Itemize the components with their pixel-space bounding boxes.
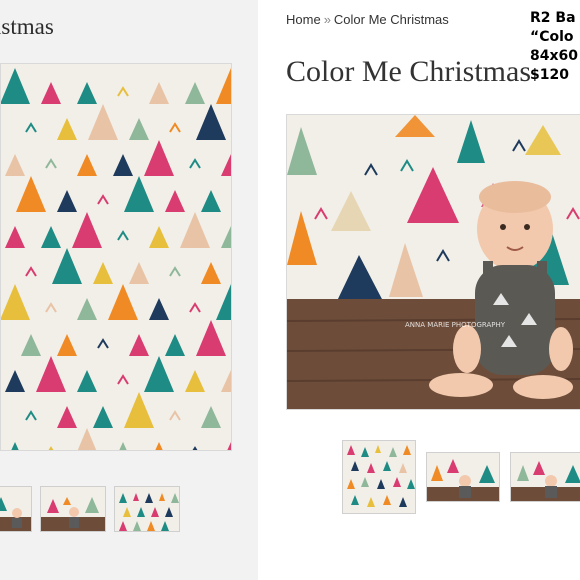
breadcrumb-current: Color Me Christmas — [333, 12, 449, 27]
breadcrumb: Home» Color Me Christmas — [286, 12, 449, 27]
product-info-line-3: 84x60 — [530, 48, 578, 64]
left-product-panel: istmas — [0, 0, 258, 580]
product-title: Color Me Christmas — [286, 55, 531, 88]
left-main-product-image[interactable] — [0, 63, 232, 451]
thumb-baby-1[interactable] — [426, 452, 500, 502]
product-price: $120 — [530, 67, 569, 83]
left-product-title: istmas — [0, 14, 54, 39]
tree-pattern-thumb-image — [343, 441, 415, 513]
baby-scene-thumb-image — [0, 487, 31, 531]
main-product-photo[interactable]: ANNA MARIE PHOTOGRAPHY — [286, 114, 580, 410]
left-thumb-pattern[interactable] — [114, 486, 180, 532]
thumb-baby-2[interactable] — [510, 452, 580, 502]
watermark-text: ANNA MARIE PHOTOGRAPHY — [405, 321, 506, 329]
product-info-heading: R2 Ba “Colo 84x60 $120 — [530, 9, 580, 85]
baby-backdrop-photo: ANNA MARIE PHOTOGRAPHY — [287, 115, 580, 409]
left-thumb-baby-1[interactable] — [0, 486, 32, 532]
baby-scene-thumb-image — [41, 487, 105, 531]
breadcrumb-separator: » — [323, 12, 331, 27]
product-info-line-1: R2 Ba — [530, 10, 576, 26]
product-info-line-2: “Colo — [530, 29, 574, 45]
tree-pattern-image — [1, 64, 231, 450]
tree-pattern-thumb-image — [115, 487, 179, 531]
right-product-panel: Home» Color Me Christmas Color Me Christm… — [258, 0, 580, 580]
pattern-background — [1, 64, 231, 450]
baby-scene-thumb-image — [511, 453, 580, 501]
baby-scene-thumb-image — [427, 453, 499, 501]
left-thumb-baby-2[interactable] — [40, 486, 106, 532]
breadcrumb-home-link[interactable]: Home — [286, 12, 321, 27]
thumb-pattern[interactable] — [342, 440, 416, 514]
